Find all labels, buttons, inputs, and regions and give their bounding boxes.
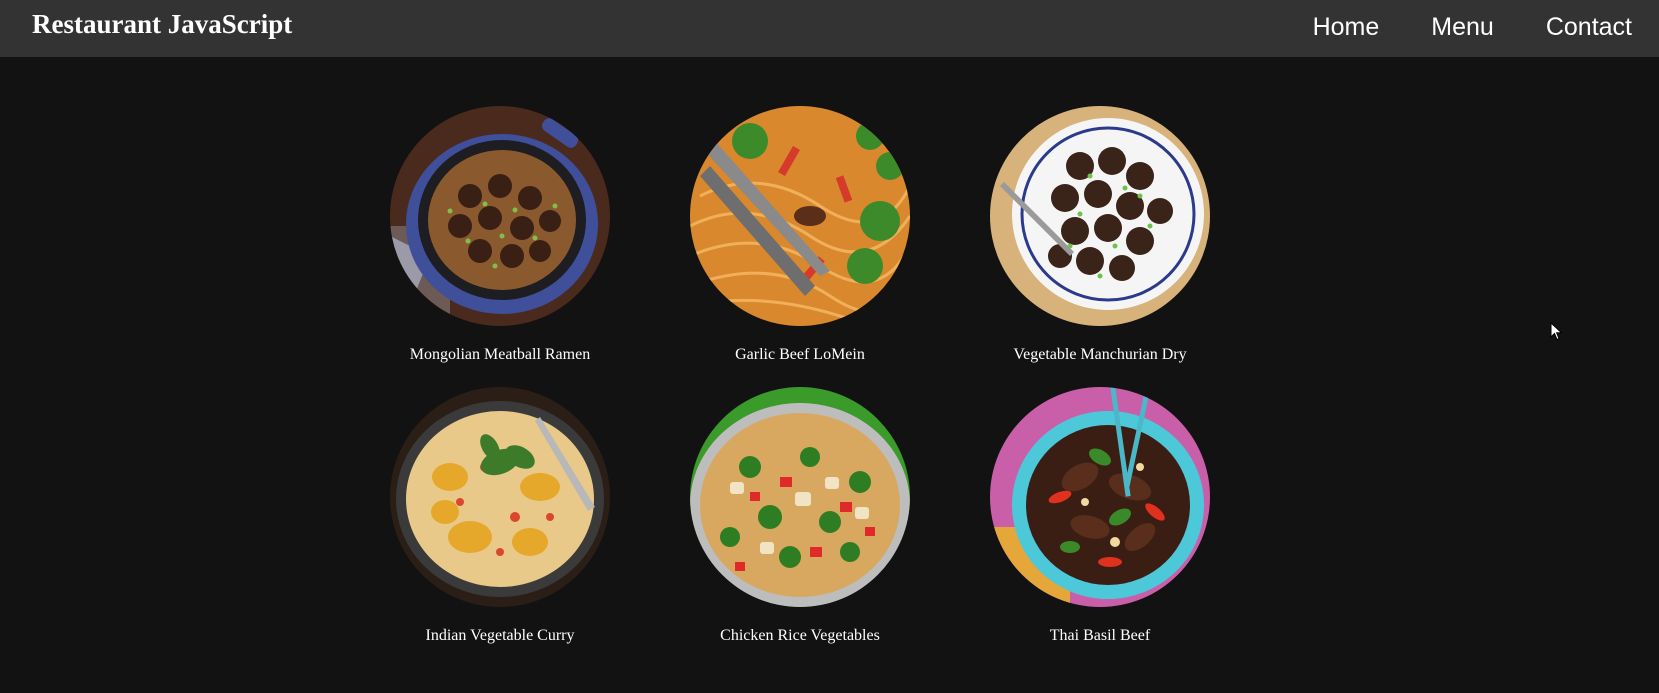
mouse-cursor-icon	[1550, 322, 1563, 341]
nav-links: Home Menu Contact	[1313, 11, 1632, 43]
dish-photo-garlic-beef-lomein[interactable]	[690, 106, 910, 326]
dish-photo-vegetable-manchurian[interactable]	[990, 106, 1210, 326]
dish-name: Chicken Rice Vegetables	[720, 627, 880, 644]
dish-photo-indian-vegetable-curry[interactable]	[390, 387, 610, 607]
menu-item[interactable]: Mongolian Meatball Ramen	[380, 106, 620, 364]
site-brand[interactable]: Restaurant JavaScript	[32, 8, 292, 40]
dish-name: Indian Vegetable Curry	[425, 627, 575, 644]
dish-name: Garlic Beef LoMein	[735, 346, 865, 363]
menu-item[interactable]: Garlic Beef LoMein	[680, 106, 920, 364]
dish-name: Mongolian Meatball Ramen	[409, 346, 591, 363]
menu-grid: Mongolian Meatball Ramen Garlic Beef LoM…	[380, 106, 1220, 645]
dish-photo-thai-basil-beef[interactable]	[990, 387, 1210, 607]
dish-name: Vegetable Manchurian Dry	[1013, 346, 1187, 363]
nav-link-menu[interactable]: Menu	[1431, 11, 1494, 43]
menu-item[interactable]: Vegetable Manchurian Dry	[980, 106, 1220, 364]
dish-name: Thai Basil Beef	[1049, 627, 1151, 644]
dish-photo-chicken-rice-vegetables[interactable]	[690, 387, 910, 607]
menu-item[interactable]: Chicken Rice Vegetables	[680, 387, 920, 645]
menu-item[interactable]: Indian Vegetable Curry	[380, 387, 620, 645]
nav-link-contact[interactable]: Contact	[1546, 11, 1632, 43]
menu-item[interactable]: Thai Basil Beef	[980, 387, 1220, 645]
nav-link-home[interactable]: Home	[1313, 11, 1380, 43]
top-navbar: Restaurant JavaScript Home Menu Contact	[0, 0, 1659, 57]
dish-photo-meatball-ramen[interactable]	[390, 106, 610, 326]
